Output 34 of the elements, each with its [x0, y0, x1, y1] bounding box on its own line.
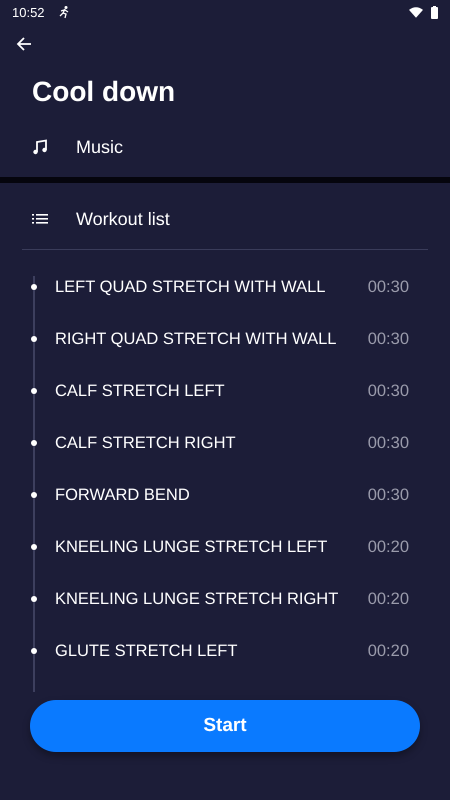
bullet-dot [31, 544, 37, 550]
exercise-name: GLUTE STRETCH LEFT [55, 642, 238, 660]
music-note-icon [32, 139, 48, 155]
exercise-name: FORWARD BEND [55, 486, 191, 504]
exercise-name: KNEELING LUNGE STRETCH LEFT [55, 538, 328, 556]
exercise-duration: 00:20 [368, 590, 409, 608]
wifi-icon [409, 6, 423, 18]
bullet-dot [31, 388, 37, 394]
page-title: Cool down [32, 75, 176, 109]
exercise-name: RIGHT QUAD STRETCH WITH WALL [55, 330, 338, 348]
exercise-name: CALF STRETCH LEFT [55, 382, 226, 400]
bullet-dot [31, 284, 37, 290]
bullet-dot [31, 648, 37, 654]
exercise-duration: 00:30 [368, 486, 409, 504]
exercise-duration: 00:20 [368, 538, 409, 556]
battery-icon [431, 6, 438, 18]
bullet-dot [31, 596, 37, 602]
section-label[interactable]: Music [76, 136, 124, 158]
exercise-duration: 00:20 [368, 642, 409, 660]
exercise-duration: 00:30 [368, 434, 409, 452]
list-icon [32, 213, 48, 225]
exercise-name: KNEELING LUNGE STRETCH RIGHT [55, 590, 340, 608]
exercise-duration: 00:30 [368, 382, 409, 400]
exercise-name: CALF STRETCH RIGHT [55, 434, 237, 452]
exercise-duration: 00:30 [368, 330, 409, 348]
start-button[interactable]: Start [30, 700, 420, 752]
status-time: 10:52 [12, 4, 45, 20]
back-button[interactable] [14, 35, 34, 53]
exercise-name: LEFT QUAD STRETCH WITH WALL [55, 278, 326, 296]
bullet-dot [31, 492, 37, 498]
bullet-dot [31, 440, 37, 446]
exercise-duration: 00:30 [368, 278, 409, 296]
bullet-dot [31, 336, 37, 342]
section-label: Workout list [76, 208, 170, 230]
